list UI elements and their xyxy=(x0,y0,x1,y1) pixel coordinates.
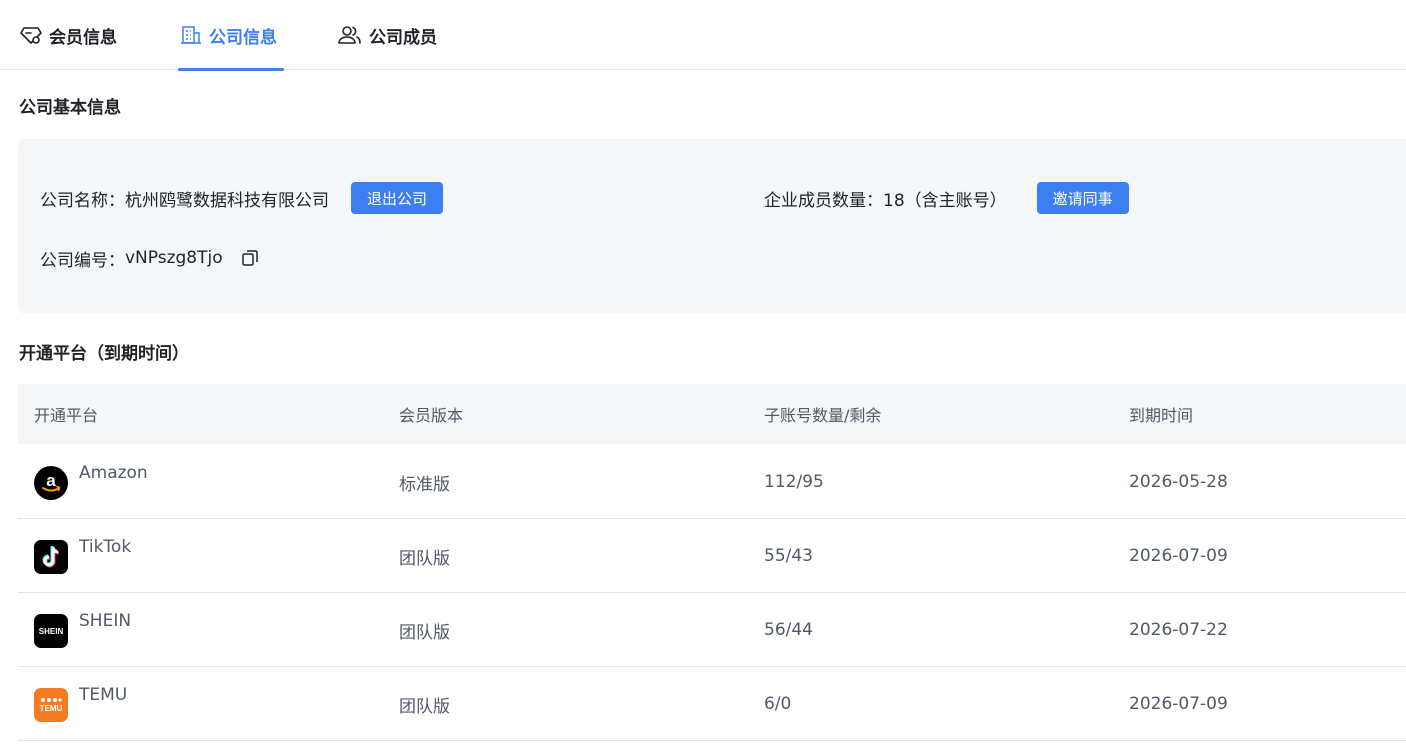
accounts-cell: 55/43 xyxy=(764,546,813,566)
member-count-row: 企业成员数量： 18（含主账号） 邀请同事 xyxy=(764,181,1129,215)
platforms-title: 开通平台（到期时间） xyxy=(19,344,189,364)
copy-icon[interactable] xyxy=(241,249,259,267)
edition-cell: 团队版 xyxy=(399,622,450,643)
company-id-label: 公司编号： xyxy=(40,250,125,271)
users-icon xyxy=(338,25,362,45)
tab-label: 会员信息 xyxy=(49,27,117,48)
column-header-expiry: 到期时间 xyxy=(1129,406,1194,425)
company-name: 杭州鸥鹭数据科技有限公司 xyxy=(125,190,329,211)
shein-icon: SHEIN xyxy=(34,614,68,648)
accounts-cell: 112/95 xyxy=(764,472,824,492)
temu-icon: TEMU xyxy=(34,688,68,722)
tab-label: 公司成员 xyxy=(369,27,437,48)
platform-name: Amazon xyxy=(79,463,148,483)
svg-text:a: a xyxy=(46,471,56,490)
accounts-cell: 6/0 xyxy=(764,694,792,714)
table-row: a Amazon 标准版 112/95 2026-05-28 xyxy=(18,445,1406,519)
member-count-label: 企业成员数量： xyxy=(764,190,883,211)
expiry-cell: 2026-07-09 xyxy=(1129,546,1228,566)
column-header-platform: 开通平台 xyxy=(34,406,99,425)
expiry-cell: 2026-05-28 xyxy=(1129,472,1228,492)
platform-name: TikTok xyxy=(79,537,132,557)
exit-company-button[interactable]: 退出公司 xyxy=(351,182,444,214)
expiry-cell: 2026-07-22 xyxy=(1129,620,1228,640)
member-count: 18（含主账号） xyxy=(883,190,1007,211)
table-row: SHEIN SHEIN 团队版 56/44 2026-07-22 xyxy=(18,593,1406,667)
diamond-icon xyxy=(20,25,42,45)
company-name-row: 公司名称： 杭州鸥鹭数据科技有限公司 退出公司 xyxy=(40,181,444,215)
tab-label: 公司信息 xyxy=(209,27,277,48)
building-icon xyxy=(180,25,202,45)
active-tab-indicator xyxy=(178,68,284,71)
company-id: vNPszg8Tjo xyxy=(125,248,223,268)
company-info-card: 公司名称： 杭州鸥鹭数据科技有限公司 退出公司 企业成员数量： 18（含主账号）… xyxy=(18,139,1406,314)
temu-glyph-icon xyxy=(41,698,62,702)
platform-cell: TikTok xyxy=(34,537,132,574)
tab-member-info[interactable]: 会员信息 xyxy=(20,0,117,70)
shein-logo-text: SHEIN xyxy=(38,626,64,636)
platform-cell: a Amazon xyxy=(34,463,148,500)
temu-logo-text: TEMU xyxy=(39,704,63,713)
platform-name: SHEIN xyxy=(79,611,132,631)
platform-cell: SHEIN SHEIN xyxy=(34,611,132,648)
edition-cell: 团队版 xyxy=(399,696,450,717)
tiktok-icon xyxy=(34,540,68,574)
amazon-icon: a xyxy=(34,466,68,500)
table-row: TikTok 团队版 55/43 2026-07-09 xyxy=(18,519,1406,593)
table-row: TEMU TEMU 团队版 6/0 2026-07-09 xyxy=(18,667,1406,741)
accounts-cell: 56/44 xyxy=(764,620,813,640)
tab-company-members[interactable]: 公司成员 xyxy=(338,0,437,70)
basic-info-title: 公司基本信息 xyxy=(19,98,121,118)
tab-company-info[interactable]: 公司信息 xyxy=(178,0,284,71)
tab-bar: 会员信息 公司信息 公司成员 xyxy=(0,0,1406,71)
invite-colleague-button[interactable]: 邀请同事 xyxy=(1036,182,1129,214)
edition-cell: 团队版 xyxy=(399,548,450,569)
column-header-accounts: 子账号数量/剩余 xyxy=(764,406,882,425)
platform-cell: TEMU TEMU xyxy=(34,685,128,722)
company-id-row: 公司编号： vNPszg8Tjo xyxy=(40,245,259,271)
platform-name: TEMU xyxy=(79,685,128,705)
company-name-label: 公司名称： xyxy=(40,190,125,211)
platform-table-header: 开通平台 会员版本 子账号数量/剩余 到期时间 xyxy=(18,384,1406,444)
edition-cell: 标准版 xyxy=(399,474,450,495)
expiry-cell: 2026-07-09 xyxy=(1129,694,1228,714)
column-header-edition: 会员版本 xyxy=(399,406,464,425)
